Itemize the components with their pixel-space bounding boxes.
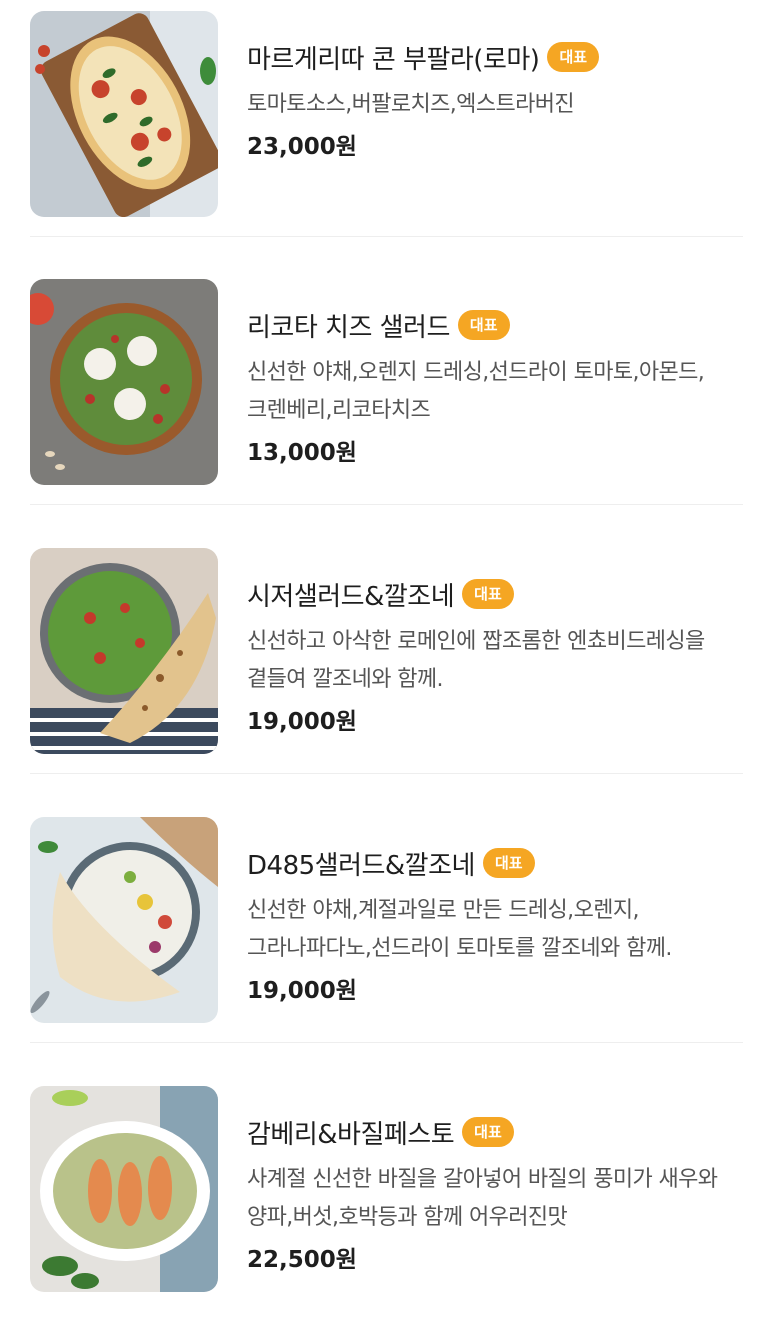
menu-item-price: 19,000원 bbox=[247, 709, 357, 735]
menu-item-description: 신선하고 아삭한 로메인에 짭조롬한 엔쵸비드레싱을 곁들여 깔조네와 함께. bbox=[247, 629, 705, 692]
menu-item-description: 신선한 야채,계절과일로 만든 드레싱,오렌지,그라나파다노,선드라이 토마토를… bbox=[247, 898, 672, 961]
menu-item-info: 마르게리따 콘 부팔라(로마) 대표 토마토소스,버팔로치즈,엑스트라버진 23… bbox=[247, 36, 743, 166]
menu-item-name: D485샐러드&깔조네 bbox=[247, 850, 475, 881]
menu-item-d485-calzone[interactable]: D485샐러드&깔조네 대표 신선한 야채,계절과일로 만든 드레싱,오렌지,그… bbox=[30, 806, 743, 1054]
menu-item-info: 감베리&바질페스토 대표 사계절 신선한 바질을 갈아넣어 바질의 풍미가 새우… bbox=[247, 1111, 743, 1279]
d485-salad-calzone-image[interactable] bbox=[30, 817, 218, 1023]
menu-item-gamberi-pesto[interactable]: 감베리&바질페스토 대표 사계절 신선한 바질을 갈아넣어 바질의 풍미가 새우… bbox=[30, 1075, 743, 1323]
gamberi-basil-pesto-image[interactable] bbox=[30, 1086, 218, 1292]
menu-item-name: 마르게리따 콘 부팔라(로마) bbox=[247, 44, 540, 75]
menu-item-price: 22,500원 bbox=[247, 1247, 357, 1273]
menu-item-price: 13,000원 bbox=[247, 440, 357, 466]
menu-item-description: 신선한 야채,오렌지 드레싱,선드라이 토마토,아몬드,크렌베리,리코타치즈 bbox=[247, 360, 705, 423]
ricotta-salad-image[interactable] bbox=[30, 279, 218, 485]
name-row: 리코타 치즈 샐러드 대표 bbox=[247, 304, 743, 346]
item-divider bbox=[30, 1042, 743, 1043]
signature-badge: 대표 bbox=[462, 1117, 514, 1147]
signature-badge: 대표 bbox=[462, 579, 514, 609]
item-divider bbox=[30, 773, 743, 774]
name-row: 감베리&바질페스토 대표 bbox=[247, 1111, 743, 1153]
caesar-salad-calzone-image[interactable] bbox=[30, 548, 218, 754]
name-row: D485샐러드&깔조네 대표 bbox=[247, 842, 743, 884]
item-divider bbox=[30, 504, 743, 505]
menu-item-price: 19,000원 bbox=[247, 978, 357, 1004]
menu-item-info: 리코타 치즈 샐러드 대표 신선한 야채,오렌지 드레싱,선드라이 토마토,아몬… bbox=[247, 304, 743, 472]
name-row: 시저샐러드&깔조네 대표 bbox=[247, 573, 743, 615]
menu-item-name: 리코타 치즈 샐러드 bbox=[247, 312, 450, 343]
menu-item-price: 23,000원 bbox=[247, 134, 357, 160]
menu-item-margherita[interactable]: 마르게리따 콘 부팔라(로마) 대표 토마토소스,버팔로치즈,엑스트라버진 23… bbox=[30, 0, 743, 248]
menu-item-info: 시저샐러드&깔조네 대표 신선하고 아삭한 로메인에 짭조롬한 엔쵸비드레싱을 … bbox=[247, 573, 743, 741]
signature-badge: 대표 bbox=[482, 848, 535, 878]
signature-badge: 대표 bbox=[547, 42, 600, 72]
menu-item-name: 감베리&바질페스토 bbox=[247, 1119, 455, 1150]
name-row: 마르게리따 콘 부팔라(로마) 대표 bbox=[247, 36, 743, 78]
margherita-pizza-image[interactable] bbox=[30, 11, 218, 217]
menu-item-info: D485샐러드&깔조네 대표 신선한 야채,계절과일로 만든 드레싱,오렌지,그… bbox=[247, 842, 743, 1010]
menu-item-description: 토마토소스,버팔로치즈,엑스트라버진 bbox=[247, 92, 575, 117]
menu-item-description: 사계절 신선한 바질을 갈아넣어 바질의 풍미가 새우와 양파,버섯,호박등과 … bbox=[247, 1167, 718, 1230]
signature-badge: 대표 bbox=[457, 310, 510, 340]
item-divider bbox=[30, 236, 743, 237]
menu-item-ricotta-salad[interactable]: 리코타 치즈 샐러드 대표 신선한 야채,오렌지 드레싱,선드라이 토마토,아몬… bbox=[30, 268, 743, 516]
menu-item-name: 시저샐러드&깔조네 bbox=[247, 581, 455, 612]
menu-item-caesar-calzone[interactable]: 시저샐러드&깔조네 대표 신선하고 아삭한 로메인에 짭조롬한 엔쵸비드레싱을 … bbox=[30, 537, 743, 785]
